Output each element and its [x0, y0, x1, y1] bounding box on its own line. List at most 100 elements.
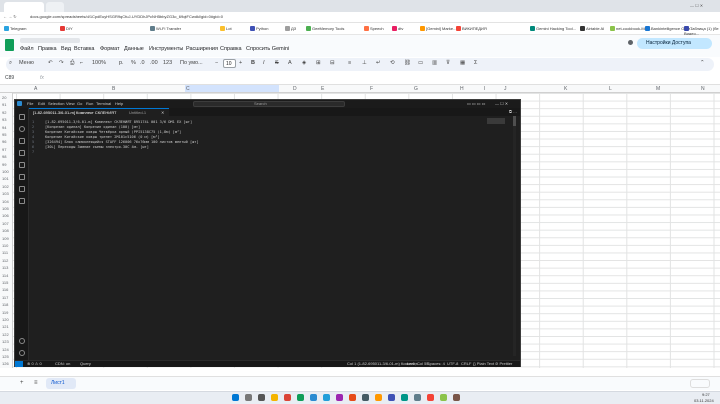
- collapse-toolbar-icon[interactable]: ⌃: [700, 60, 705, 66]
- row-header[interactable]: 101: [2, 176, 9, 181]
- vscode-window[interactable]: File Edit Selection View Go Run Terminal…: [14, 99, 521, 367]
- column-header[interactable]: F: [370, 86, 373, 92]
- menu-data[interactable]: Данные: [124, 46, 144, 52]
- task-view-icon[interactable]: [258, 394, 265, 401]
- row-header[interactable]: 108: [2, 228, 9, 233]
- row-header[interactable]: 103: [2, 191, 9, 196]
- status-line-col[interactable]: Ln 6, Col 55: [407, 362, 429, 366]
- row-header[interactable]: 95: [2, 132, 6, 137]
- zoom-select[interactable]: 100%: [92, 60, 106, 66]
- search-icon[interactable]: [245, 394, 252, 401]
- app-icon[interactable]: [362, 394, 369, 401]
- column-header[interactable]: J: [504, 86, 507, 92]
- font-size-increase-button[interactable]: +: [239, 60, 242, 66]
- column-header[interactable]: I: [484, 86, 485, 92]
- code-line[interactable]: [326494] Блок самоклеящийся STAFF 126006…: [45, 140, 199, 144]
- number-format-button[interactable]: 123: [163, 60, 172, 66]
- row-header[interactable]: 126: [2, 361, 9, 366]
- browser-tab-sheets[interactable]: [4, 2, 44, 12]
- menu-edit[interactable]: Правка: [38, 46, 57, 52]
- text-color-icon[interactable]: A: [288, 60, 292, 66]
- vs-menu-selection[interactable]: Selection: [48, 102, 64, 106]
- menu-gemini[interactable]: Спросить Gemini: [246, 46, 289, 52]
- account-icon[interactable]: [19, 338, 25, 344]
- app-icon[interactable]: [414, 394, 421, 401]
- status-language[interactable]: {} Plain Text: [473, 362, 494, 366]
- address-bar[interactable]: ← → ↻ docs.google.com/spreadsheets/d/1Cp…: [0, 12, 720, 23]
- chrome-icon[interactable]: [284, 394, 291, 401]
- app-icon[interactable]: [440, 394, 447, 401]
- search-icon[interactable]: ⌕: [9, 60, 12, 67]
- bookmark-item[interactable]: Speech: [364, 26, 384, 32]
- filter-icon[interactable]: ⊽: [446, 60, 450, 66]
- row-header[interactable]: 125: [2, 354, 9, 359]
- status-encoding[interactable]: UTF-8: [447, 362, 458, 366]
- wrap-icon[interactable]: ↵: [376, 60, 381, 66]
- vertical-scrollbar[interactable]: [513, 116, 516, 356]
- column-header[interactable]: H: [460, 86, 464, 92]
- status-indent[interactable]: Spaces: 4: [427, 362, 445, 366]
- vs-menu-run[interactable]: Run: [86, 102, 93, 106]
- column-header[interactable]: B: [112, 86, 115, 92]
- source-control-icon[interactable]: [19, 138, 25, 144]
- bookmark-item[interactable]: GeeMemory Tools: [306, 26, 344, 32]
- menu-extensions[interactable]: Расширения: [186, 46, 218, 52]
- code-line[interactable]: [1-82-695011-3/6-01-m] Комплект СКЛЕНИЯТ…: [45, 120, 192, 124]
- row-header[interactable]: 124: [2, 347, 9, 352]
- row-header[interactable]: 116: [2, 287, 8, 292]
- app-icon[interactable]: [375, 394, 382, 401]
- testing-icon[interactable]: [19, 186, 25, 192]
- print-icon[interactable]: ⎙: [70, 60, 74, 67]
- comment-icon[interactable]: [628, 40, 633, 45]
- link-icon[interactable]: ⛓: [404, 60, 411, 66]
- percent-button[interactable]: %: [131, 60, 136, 66]
- row-header[interactable]: 120: [2, 317, 9, 322]
- vs-menu-help[interactable]: Help: [115, 102, 123, 106]
- menu-help[interactable]: Справка: [220, 46, 242, 52]
- menu-file[interactable]: Файл: [20, 46, 34, 52]
- bookmark-item[interactable]: ВИКИПЕДИЯ: [456, 26, 487, 32]
- italic-button[interactable]: I: [263, 60, 265, 66]
- functions-icon[interactable]: Σ: [474, 60, 477, 66]
- rotate-icon[interactable]: ⟲: [390, 60, 395, 66]
- column-header[interactable]: L: [609, 86, 612, 92]
- column-header[interactable]: E: [321, 86, 324, 92]
- status-eol[interactable]: CRLF: [461, 362, 471, 366]
- row-header[interactable]: 98: [2, 154, 6, 159]
- paint-format-icon[interactable]: ⌐: [80, 60, 83, 66]
- column-header[interactable]: M: [656, 86, 660, 92]
- row-header[interactable]: 102: [2, 184, 9, 189]
- vs-menu-file[interactable]: File: [27, 102, 33, 106]
- split-editor-icon[interactable]: ⧉ …: [509, 110, 517, 114]
- vs-window-controls[interactable]: — ☐ ✕: [495, 102, 508, 106]
- layout-icons[interactable]: ▭ ▭ ▭ ▭: [467, 102, 485, 106]
- row-header[interactable]: 100: [2, 169, 9, 174]
- row-header[interactable]: 104: [2, 199, 9, 204]
- column-header[interactable]: N: [701, 86, 705, 92]
- extensions-icon[interactable]: [19, 162, 25, 168]
- row-header[interactable]: 109: [2, 236, 9, 241]
- add-sheet-icon[interactable]: +: [20, 380, 24, 386]
- remote-icon[interactable]: [19, 174, 25, 180]
- borders-icon[interactable]: ⊞: [316, 60, 321, 66]
- font-size-input[interactable]: 10: [223, 59, 236, 68]
- all-sheets-icon[interactable]: ≡: [34, 380, 38, 386]
- bookmark-item[interactable]: Telegram: [4, 26, 26, 32]
- strikethrough-button[interactable]: S: [275, 60, 279, 66]
- name-box[interactable]: C89: [5, 76, 14, 81]
- column-header[interactable]: A: [34, 86, 37, 92]
- vs-menu-go[interactable]: Go: [77, 102, 82, 106]
- search-icon[interactable]: [19, 126, 25, 132]
- minimap[interactable]: [487, 118, 505, 124]
- menu-search[interactable]: Меню: [19, 60, 34, 66]
- url-text[interactable]: docs.google.com/spreadsheets/d/1CpdEuyHS…: [30, 15, 223, 19]
- row-header[interactable]: 113: [2, 265, 8, 270]
- close-tab-icon[interactable]: ✕: [161, 111, 164, 115]
- scrollbar-thumb[interactable]: [513, 116, 516, 126]
- font-size-decrease-button[interactable]: −: [215, 60, 218, 66]
- vs-menu-terminal[interactable]: Terminal: [96, 102, 111, 106]
- row-header[interactable]: 97: [2, 147, 6, 152]
- currency-button[interactable]: р.: [119, 60, 124, 66]
- app-icon[interactable]: [349, 394, 356, 401]
- app-icon[interactable]: [427, 394, 434, 401]
